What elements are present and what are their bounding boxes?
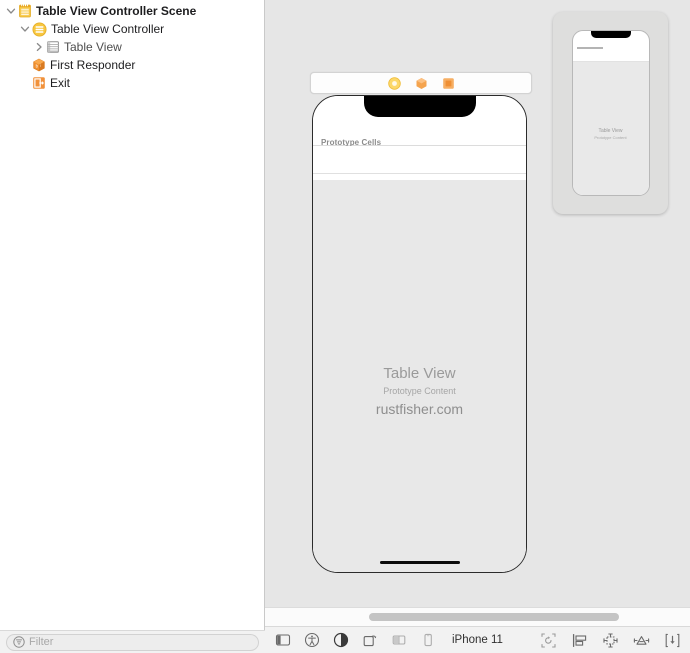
disclosure-triangle-down-icon[interactable] — [4, 2, 18, 20]
update-frames-button[interactable] — [538, 630, 558, 650]
exit-icon — [32, 76, 46, 90]
placeholder-site: rustfisher.com — [313, 400, 526, 418]
device-preview-panel[interactable]: Table View Prototype Content — [553, 12, 668, 214]
svg-text:i: i — [40, 63, 41, 68]
canvas-surface[interactable]: Prototype Cells Table View Prototype Con… — [265, 0, 690, 608]
outline-row-table-view-controller-scene[interactable]: Table View Controller Scene — [0, 2, 264, 20]
disclosure-triangle-down-icon[interactable] — [18, 20, 32, 38]
outline-row-first-responder[interactable]: b i First Responder — [0, 56, 264, 74]
outline-row-label: First Responder — [50, 56, 135, 74]
preview-title: Table View — [573, 128, 649, 135]
outline-row-table-view[interactable]: Table View — [0, 38, 264, 56]
filter-placeholder-text: Filter — [29, 635, 53, 650]
filter-funnel-icon[interactable] — [13, 636, 25, 648]
placeholder-title: Table View — [313, 365, 526, 383]
device-notch — [364, 95, 476, 117]
xcode-interface-builder-window: Table View Controller Scene Table View C… — [0, 0, 690, 653]
canvas-bottom-toolbar: iPhone 11 — [265, 626, 690, 653]
add-new-constraints-button[interactable] — [631, 630, 651, 650]
appearance-variant-button[interactable] — [331, 630, 351, 650]
filter-input[interactable]: Filter — [6, 634, 259, 651]
dock-view-controller-icon[interactable] — [388, 77, 401, 90]
outline-row-table-view-controller[interactable]: Table View Controller — [0, 20, 264, 38]
scene-notepad-icon — [18, 4, 32, 18]
embed-in-button[interactable] — [569, 630, 589, 650]
preview-subtitle: Prototype Content — [573, 135, 649, 141]
placeholder-subtitle: Prototype Content — [313, 384, 526, 398]
canvas-toolbar-right-group — [538, 630, 682, 650]
table-view-scene[interactable]: Prototype Cells Table View Prototype Con… — [313, 96, 526, 572]
canvas-toolbar-left-group — [273, 630, 438, 650]
preview-device-notch — [591, 30, 631, 38]
dock-first-responder-icon[interactable] — [415, 77, 428, 90]
scene-dock[interactable] — [310, 72, 532, 94]
view-controller-circle-icon — [32, 22, 47, 37]
accessibility-inspector-button[interactable] — [302, 630, 322, 650]
first-responder-cube-icon: b i — [32, 58, 46, 72]
outline-row-label: Table View Controller — [51, 20, 164, 38]
dock-exit-icon[interactable] — [442, 77, 455, 90]
prototype-cells-header: Prototype Cells — [313, 134, 526, 146]
device-name-label[interactable]: iPhone 11 — [452, 634, 503, 646]
table-view-icon — [46, 40, 60, 54]
preview-placeholder-text: Table View Prototype Content — [573, 128, 649, 141]
scrollbar-thumb[interactable] — [369, 613, 619, 621]
preview-header-line — [577, 47, 603, 49]
outline-row-label: Exit — [50, 74, 70, 92]
outline-row-exit[interactable]: Exit — [0, 74, 264, 92]
canvas-horizontal-scrollbar[interactable] — [265, 607, 690, 626]
table-view-body[interactable]: Table View Prototype Content rustfisher.… — [313, 180, 526, 572]
preview-phone-frame[interactable]: Table View Prototype Content — [572, 30, 650, 196]
prototype-cell-row[interactable] — [313, 146, 526, 174]
adaptation-split-button[interactable] — [389, 630, 409, 650]
outline-row-label: Table View Controller Scene — [36, 2, 196, 20]
filter-bar: Filter — [0, 630, 265, 653]
outline-row-label: Table View — [64, 38, 122, 56]
resolve-auto-layout-issues-button[interactable] — [662, 630, 682, 650]
table-view-placeholder-text: Table View Prototype Content rustfisher.… — [313, 365, 526, 418]
device-preview-button[interactable] — [418, 630, 438, 650]
storyboard-canvas-area: Prototype Cells Table View Prototype Con… — [265, 0, 690, 653]
home-indicator — [380, 561, 460, 565]
align-button[interactable] — [600, 630, 620, 650]
preview-body: Table View Prototype Content — [573, 62, 649, 195]
disclosure-triangle-right-icon[interactable] — [32, 38, 46, 56]
toggle-document-outline-button[interactable] — [273, 630, 293, 650]
document-outline-panel: Table View Controller Scene Table View C… — [0, 0, 265, 653]
outline-tree: Table View Controller Scene Table View C… — [0, 0, 264, 92]
orientation-button[interactable] — [360, 630, 380, 650]
iphone-canvas-frame[interactable]: Prototype Cells Table View Prototype Con… — [312, 95, 527, 573]
